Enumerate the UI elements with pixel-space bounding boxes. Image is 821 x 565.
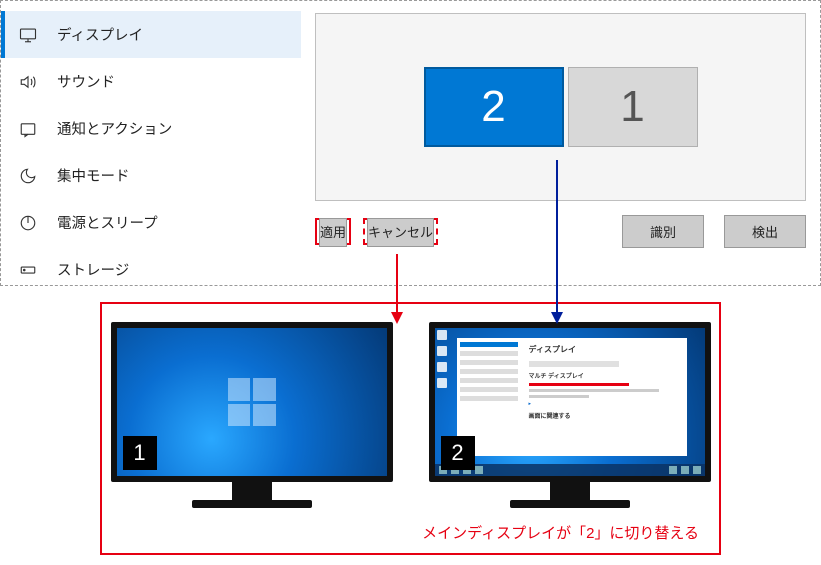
annotation-arrows bbox=[0, 0, 821, 565]
